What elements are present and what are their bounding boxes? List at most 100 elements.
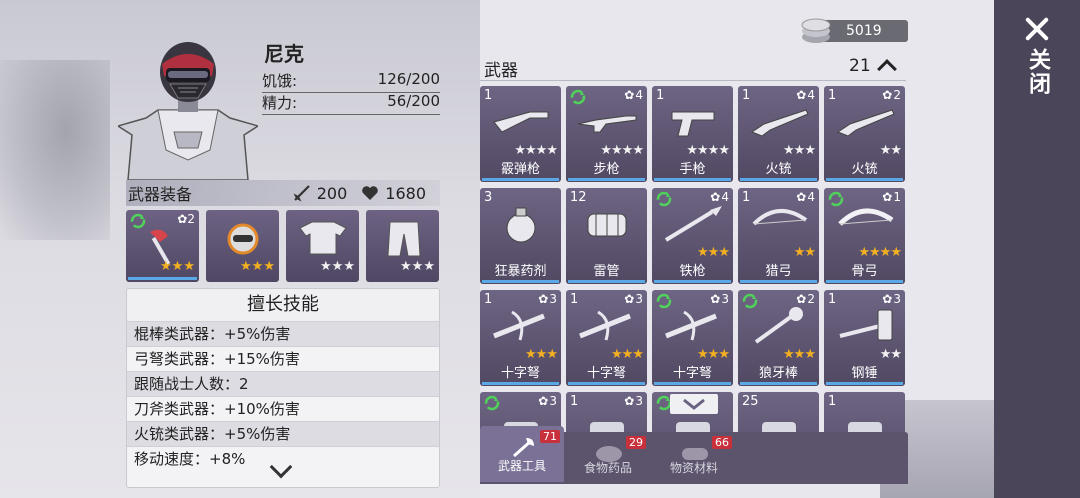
item-name: 霰弹枪 [500, 162, 540, 177]
helmet-icon [227, 223, 259, 255]
durability-bar [740, 280, 817, 283]
skills-panel[interactable]: 擅长技能 棍棒类武器：+5%伤害 弓弩类武器：+15%伤害 跟随战士人数：2 刀… [126, 288, 440, 488]
item-level: ✿ 2 [882, 88, 901, 102]
item-name: 狼牙棒 [758, 366, 798, 381]
skill-item: 棍棒类武器：+5%伤害 [127, 321, 439, 346]
item-level: ✿ 1 [882, 190, 901, 204]
energy-value: 56/200 [387, 92, 440, 110]
coin-stack-icon [801, 18, 831, 43]
category-tabs: 71 武器工具 29 食物药品 66 物资材料 [480, 426, 908, 484]
inventory-item[interactable]: 1 ✿ 4 ★★ 猎弓 [738, 188, 819, 284]
item-level: ✿ 4 [796, 88, 815, 102]
slot-stars: ★★★ [240, 259, 275, 274]
axe-tool-icon [513, 438, 534, 458]
equip-slot-helmet[interactable]: ★★★ [206, 210, 279, 282]
gear-icon: ✿ [538, 394, 549, 408]
inventory-item[interactable]: ✿ 2 ★★★ 狼牙棒 [738, 290, 819, 386]
durability-bar [654, 178, 731, 181]
musket-icon [750, 109, 809, 137]
item-name: 火铳 [765, 162, 792, 177]
inventory-item[interactable]: 1 ✿ 3 ★★ 钢锤 [824, 290, 905, 386]
item-stars: ★★ [879, 347, 902, 362]
item-quantity: 1 [570, 292, 579, 307]
slot-level: ✿2 [177, 212, 195, 226]
item-name: 铁枪 [679, 264, 706, 279]
durability-bar [654, 382, 731, 385]
skill-item: 弓弩类武器：+15%伤害 [127, 346, 439, 371]
close-icon[interactable] [1022, 14, 1052, 44]
inventory-item[interactable]: 1 ★★★★ 手枪 [652, 86, 733, 182]
durability-bar [654, 280, 731, 283]
hunger-label: 饥饿: [262, 72, 298, 90]
inventory-item[interactable]: 3 狂暴药剂 [480, 188, 561, 284]
gear-icon: ✿ [624, 394, 635, 408]
durability-bar [482, 178, 559, 181]
health-value: 1680 [385, 183, 426, 203]
item-quantity: 1 [742, 88, 751, 103]
rifle-icon [577, 115, 637, 133]
crossbow-icon [493, 310, 545, 341]
item-quantity: 1 [828, 88, 837, 103]
inventory-item[interactable]: ✿ 1 ★★★★ 骨弓 [824, 188, 905, 284]
equip-slot-pants[interactable]: ★★★ [366, 210, 439, 282]
collapse-chevron-icon[interactable] [877, 59, 897, 79]
durability-bar [568, 382, 645, 385]
gear-icon: ✿ [710, 292, 721, 306]
item-name: 十字弩 [672, 366, 712, 381]
health-stat: 1680 [361, 184, 426, 203]
inventory-item[interactable]: 12 雷管 [566, 188, 647, 284]
item-stars: ★★★★ [600, 143, 644, 158]
gear-icon: ✿ [796, 292, 807, 306]
inventory-item[interactable]: ✿ 4 ★★★★ 步枪 [566, 86, 647, 182]
item-name: 雷管 [593, 264, 620, 279]
background-figure [0, 60, 110, 240]
gear-icon: ✿ [796, 88, 807, 102]
gear-icon: ✿ [538, 292, 549, 306]
item-stars: ★★★ [697, 245, 730, 260]
gear-icon: ✿ [882, 88, 893, 102]
currency-display: 5019 [822, 20, 908, 42]
gear-icon: ✿ [882, 292, 893, 306]
item-quantity: 12 [570, 190, 587, 205]
hunger-stat: 饥饿: 126/200 [262, 70, 440, 93]
bone-bow-icon [838, 208, 894, 226]
skill-item: 跟随战士人数：2 [127, 371, 439, 396]
player-name: 尼克 [264, 42, 304, 66]
pistol-icon [671, 111, 715, 137]
spear-icon [664, 206, 722, 242]
durability-bar [826, 280, 903, 283]
inventory-item[interactable]: 1 ✿ 3 ★★★ 十字弩 [480, 290, 561, 386]
energy-label: 精力: [262, 94, 298, 112]
armor-icon [299, 221, 347, 255]
scroll-chevron-button[interactable] [670, 394, 718, 414]
item-stars: ★★★ [783, 347, 816, 362]
inventory-title: 武器 [484, 61, 518, 81]
inventory-item[interactable]: 1 ✿ 3 ★★★ 十字弩 [566, 290, 647, 386]
item-quantity: 1 [570, 394, 579, 409]
tab-label: 物资材料 [669, 461, 718, 475]
durability-bar [568, 178, 645, 181]
close-label[interactable]: 关闭 [1021, 48, 1053, 96]
item-level: ✿ 3 [882, 292, 901, 306]
inventory-item[interactable]: 1 ✿ 4 ★★★ 火铳 [738, 86, 819, 182]
tab-materials[interactable]: 66 物资材料 [652, 432, 736, 484]
tab-food-medicine[interactable]: 29 食物药品 [566, 432, 650, 484]
musket-icon [836, 109, 895, 137]
inventory-item[interactable]: 1 ★★★★ 霰弹枪 [480, 86, 561, 182]
equip-slot-weapon[interactable]: ✿2 ★★★ [126, 210, 199, 282]
inventory-item[interactable]: 1 ✿ 2 ★★ 火铳 [824, 86, 905, 182]
item-level: ✿ 3 [624, 394, 643, 408]
item-quantity: 3 [484, 190, 493, 205]
item-stars: ★★★ [611, 347, 644, 362]
tab-weapons-tools[interactable]: 71 武器工具 [480, 426, 564, 482]
shotgun-icon [493, 111, 549, 133]
close-panel: 关闭 [994, 0, 1080, 498]
inventory-item[interactable]: ✿ 4 ★★★ 铁枪 [652, 188, 733, 284]
gear-icon: ✿ [710, 190, 721, 204]
hammer-icon [839, 309, 893, 341]
item-quantity: 25 [742, 394, 759, 409]
durability-bar [740, 178, 817, 181]
inventory-item[interactable]: ✿ 3 ★★★ 十字弩 [652, 290, 733, 386]
equip-slot-armor[interactable]: ★★★ [286, 210, 359, 282]
tab-badge: 29 [626, 436, 646, 449]
